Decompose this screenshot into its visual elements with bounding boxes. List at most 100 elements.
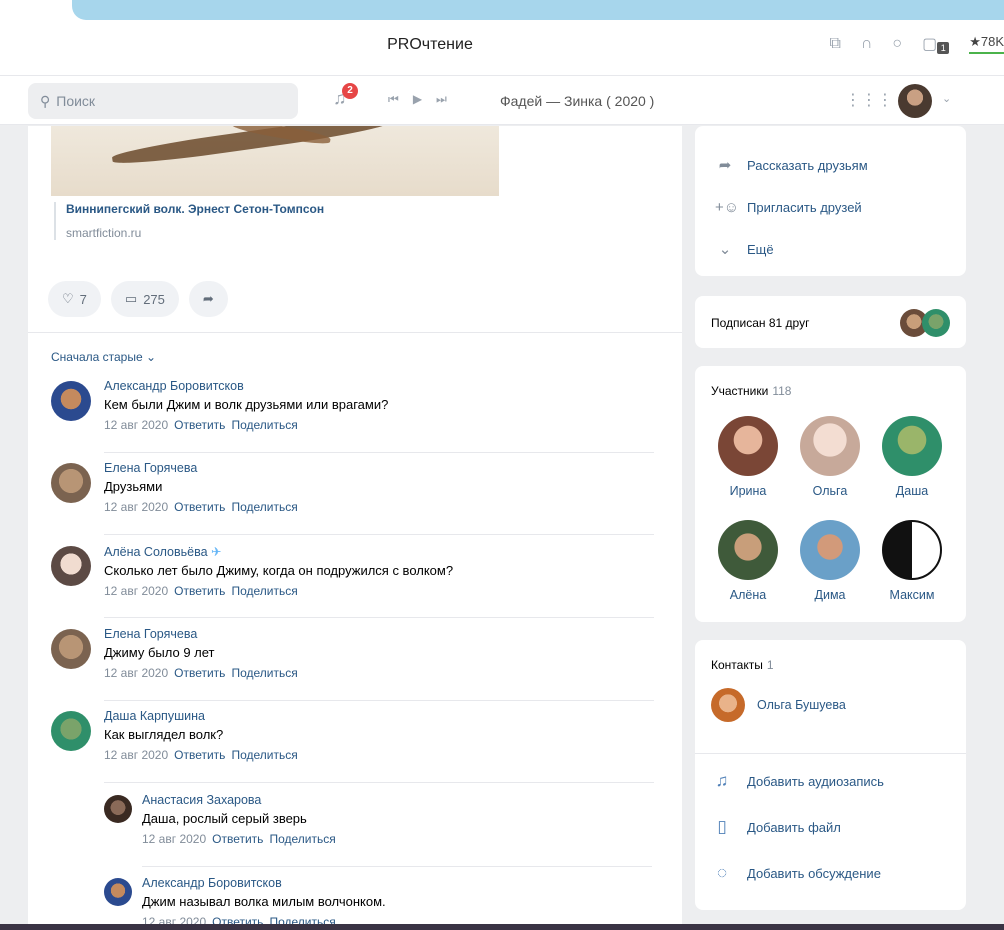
previous-track-icon[interactable]: ⏮	[388, 92, 399, 107]
avatar[interactable]	[51, 711, 91, 751]
like-count: 7	[79, 291, 87, 307]
rating-widget[interactable]: ★78K	[969, 34, 1004, 54]
reply-button[interactable]: Ответить	[174, 584, 225, 598]
comment-date[interactable]: 12 авг 2020	[104, 418, 168, 432]
avatar[interactable]	[51, 381, 91, 421]
share-comment-button[interactable]: Поделиться	[231, 584, 297, 598]
add-discussion-button[interactable]: ◌ Добавить обсуждение	[695, 850, 966, 896]
tabs-icon[interactable]: ▢ 1	[922, 34, 950, 54]
link-attachment[interactable]: Виннипегский волк. Эрнест Сетон-Томпсон …	[54, 202, 324, 240]
avatar[interactable]	[51, 463, 91, 503]
comment-date[interactable]: 12 авг 2020	[104, 500, 168, 514]
add-discussion-label: Добавить обсуждение	[747, 865, 881, 881]
comment-icon: ▭	[124, 291, 138, 306]
reply-button[interactable]: Ответить	[212, 832, 263, 846]
yin-yang-avatar	[882, 520, 942, 580]
members-title: Участники	[711, 384, 769, 398]
add-file-button[interactable]: ▯ Добавить файл	[695, 804, 966, 850]
share-comment-button[interactable]: Поделиться	[231, 418, 297, 432]
comment-date[interactable]: 12 авг 2020	[142, 832, 206, 846]
avatar	[718, 520, 778, 580]
comment-author[interactable]: Даша Карпушина	[104, 709, 298, 723]
more-button[interactable]: ⌄ Ещё	[695, 228, 966, 270]
next-track-icon[interactable]: ⏭	[436, 92, 447, 107]
contact-name: Ольга Бушуева	[757, 698, 846, 712]
invite-friends-button[interactable]: +☺ Пригласить друзей	[695, 186, 966, 228]
comment-text: Сколько лет было Джиму, когда он подружи…	[104, 563, 454, 578]
comment-text: Друзьями	[104, 479, 163, 494]
link-domain: smartfiction.ru	[66, 226, 142, 240]
member-name: Дима	[814, 588, 846, 602]
share-comment-button[interactable]: Поделиться	[231, 748, 297, 762]
comment-author[interactable]: Елена Горячева	[104, 461, 298, 475]
reply-button[interactable]: Ответить	[174, 666, 225, 680]
contacts-title: Контакты	[711, 658, 763, 672]
share-with-friends-button[interactable]: ➦ Рассказать друзьям	[695, 144, 966, 186]
headphones-icon[interactable]: ∩	[861, 35, 873, 53]
avatar[interactable]	[104, 878, 132, 906]
member-item[interactable]: Даша	[877, 416, 947, 498]
share-label: Рассказать друзьям	[747, 157, 868, 173]
comment-author[interactable]: Анастасия Захарова	[142, 793, 336, 807]
profile-avatar[interactable]	[898, 84, 932, 118]
comment-text: Джим называл волка милым волчонком.	[142, 894, 386, 909]
share-button[interactable]: ➦	[188, 281, 228, 317]
apps-grid-icon[interactable]: ⋮⋮⋮	[845, 90, 893, 110]
comment-author[interactable]: Алёна Соловьёва ✈	[104, 544, 453, 559]
site-header: ⚲ Поиск ♫ 2 ⏮ ▶ ⏭ Фадей — Зинка ( 2020 )…	[0, 75, 1004, 125]
author-name: Алёна Соловьёва	[104, 545, 208, 559]
reply-button[interactable]: Ответить	[174, 748, 225, 762]
member-item[interactable]: Ирина	[713, 416, 783, 498]
share-comment-button[interactable]: Поделиться	[231, 500, 297, 514]
members-card: Участники 118 Ирина Ольга Даша Алёна Дима…	[695, 366, 966, 622]
link-title[interactable]: Виннипегский волк. Эрнест Сетон-Томпсон	[66, 202, 324, 216]
reply-button[interactable]: Ответить	[174, 500, 225, 514]
member-item[interactable]: Максим	[877, 520, 947, 602]
share-window-icon[interactable]: ⧉	[829, 35, 840, 53]
share-comment-button[interactable]: Поделиться	[269, 832, 335, 846]
contact-item[interactable]: Ольга Бушуева	[711, 688, 846, 722]
heart-icon: ♡	[62, 291, 74, 306]
comment-date[interactable]: 12 авг 2020	[104, 584, 168, 598]
friends-subscribed-card[interactable]: Подписан 81 друг	[695, 296, 966, 348]
comment-date[interactable]: 12 авг 2020	[104, 748, 168, 762]
comment-count: 275	[143, 291, 165, 307]
comment-date[interactable]: 12 авг 2020	[104, 666, 168, 680]
member-item[interactable]: Дима	[795, 520, 865, 602]
contacts-header[interactable]: Контакты 1	[695, 640, 966, 672]
chevron-down-icon[interactable]: ⌄	[942, 92, 951, 105]
notifications-button[interactable]: ♫ 2	[333, 83, 358, 110]
comment-author[interactable]: Александр Боровитсков	[104, 379, 388, 393]
avatar[interactable]	[51, 629, 91, 669]
members-header[interactable]: Участники 118	[695, 366, 966, 398]
member-item[interactable]: Алёна	[713, 520, 783, 602]
share-comment-button[interactable]: Поделиться	[231, 666, 297, 680]
post-image[interactable]	[51, 126, 499, 196]
avatar	[882, 416, 942, 476]
avatar	[711, 688, 745, 722]
avatar	[718, 416, 778, 476]
sort-dropdown[interactable]: Сначала старые ⌄	[51, 350, 156, 364]
search-placeholder: Поиск	[56, 93, 96, 109]
audio-player-controls: ⏮ ▶ ⏭	[388, 92, 447, 107]
comment-text: Как выглядел волк?	[104, 727, 224, 742]
comment-author[interactable]: Александр Боровитсков	[142, 876, 386, 890]
play-icon[interactable]: ▶	[413, 92, 422, 107]
chat-icon[interactable]: ○	[892, 35, 902, 53]
file-icon: ▯	[717, 817, 727, 836]
reply-button[interactable]: Ответить	[174, 418, 225, 432]
current-track[interactable]: Фадей — Зинка ( 2020 )	[500, 93, 654, 109]
member-item[interactable]: Ольга	[795, 416, 865, 498]
post-actions: ♡ 7 ▭ 275 ➦	[48, 281, 228, 317]
post-card: Виннипегский волк. Эрнест Сетон-Томпсон …	[28, 126, 682, 930]
comment-button[interactable]: ▭ 275	[110, 281, 179, 317]
avatar[interactable]	[51, 546, 91, 586]
comment-author[interactable]: Елена Горячева	[104, 627, 298, 641]
search-input[interactable]: ⚲ Поиск	[28, 83, 298, 119]
divider	[695, 753, 966, 754]
avatar[interactable]	[104, 795, 132, 823]
add-audio-button[interactable]: ♫ Добавить аудиозапись	[695, 758, 966, 804]
comment-text: Кем были Джим и волк друзьями или врагам…	[104, 397, 389, 412]
like-button[interactable]: ♡ 7	[48, 281, 101, 317]
search-icon: ⚲	[40, 92, 51, 109]
